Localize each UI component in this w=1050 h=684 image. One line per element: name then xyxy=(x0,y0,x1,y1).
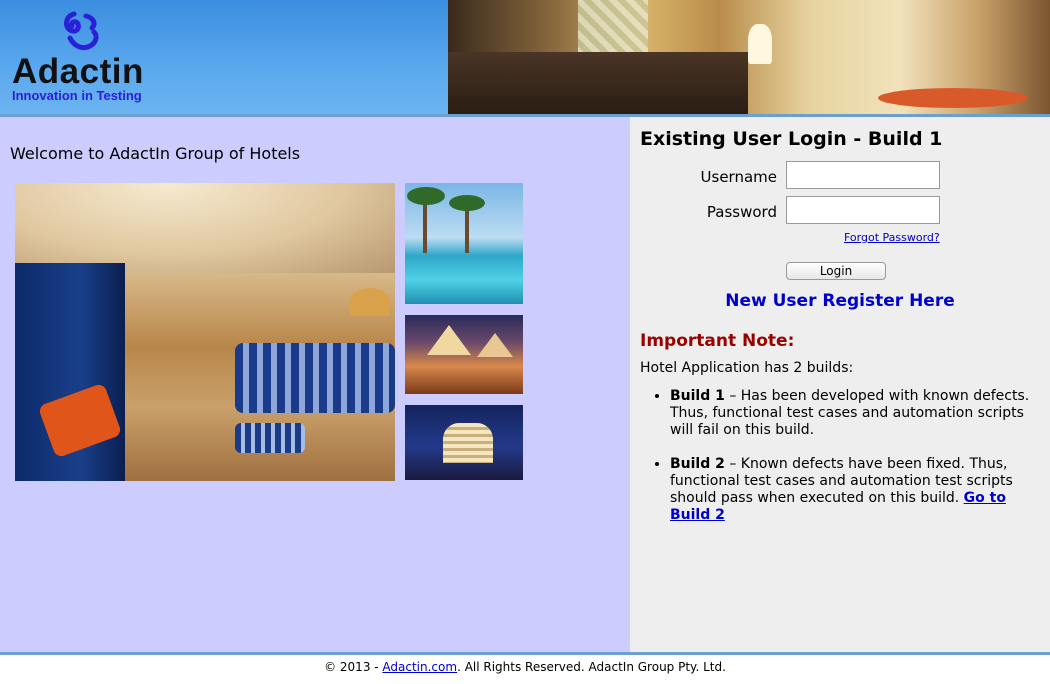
username-input[interactable] xyxy=(786,161,940,189)
copyright-suffix: . All Rights Reserved. AdactIn Group Pty… xyxy=(457,660,726,674)
adactin-website-link[interactable]: Adactin.com xyxy=(382,660,457,674)
brand-logo: Adactin Innovation in Testing xyxy=(0,0,448,114)
important-note-heading: Important Note: xyxy=(640,331,795,351)
hotel-night-thumbnail-image xyxy=(405,405,523,480)
pool-thumbnail-image xyxy=(405,183,523,304)
login-button[interactable]: Login xyxy=(786,262,886,280)
builds-intro-text: Hotel Application has 2 builds: xyxy=(640,360,854,376)
welcome-heading: Welcome to AdactIn Group of Hotels xyxy=(10,144,301,163)
password-input[interactable] xyxy=(786,196,940,224)
site-footer: © 2013 - Adactin.com. All Rights Reserve… xyxy=(0,655,1050,684)
login-panel: Existing User Login - Build 1 Username P… xyxy=(630,117,1050,652)
welcome-panel: Welcome to AdactIn Group of Hotels xyxy=(0,117,630,652)
username-label: Username xyxy=(700,168,777,186)
hotel-suite-image xyxy=(15,183,395,481)
logo-tagline: Innovation in Testing xyxy=(12,88,142,103)
login-title: Existing User Login - Build 1 xyxy=(640,128,943,150)
password-label: Password xyxy=(706,203,777,221)
forgot-password-link[interactable]: Forgot Password? xyxy=(844,231,940,244)
builds-list: Build 1 – Has been developed with known … xyxy=(640,388,1040,541)
site-header: Adactin Innovation in Testing xyxy=(0,0,1050,114)
list-item: Build 1 – Has been developed with known … xyxy=(670,388,1040,439)
resort-tents-thumbnail-image xyxy=(405,315,523,394)
adactin-swirl-icon xyxy=(64,11,99,51)
list-item: Build 2 – Known defects have been fixed.… xyxy=(670,456,1040,524)
build-name: Build 1 xyxy=(670,388,725,404)
build-name: Build 2 xyxy=(670,456,725,472)
new-user-register-link[interactable]: New User Register Here xyxy=(630,291,1050,311)
logo-wordmark: Adactin xyxy=(12,52,144,91)
copyright-prefix: © 2013 - xyxy=(324,660,383,674)
hotel-lobby-banner-image xyxy=(448,0,1050,114)
